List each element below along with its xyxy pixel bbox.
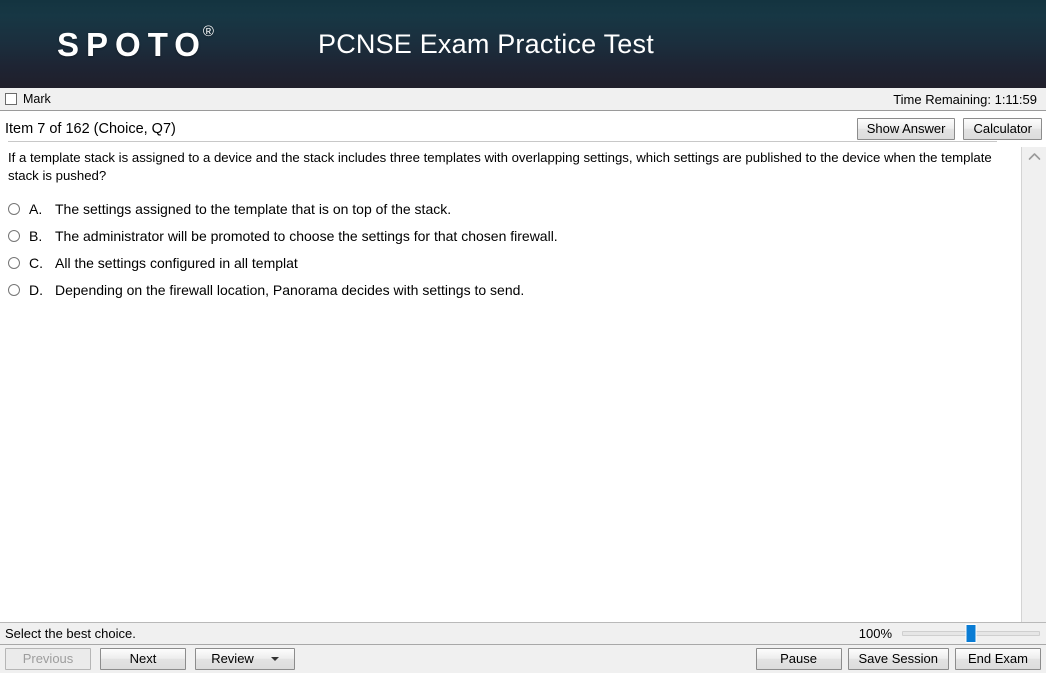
next-button[interactable]: Next <box>100 648 186 670</box>
mark-label: Mark <box>23 92 51 106</box>
review-label: Review <box>211 651 254 666</box>
navigation-buttons: Previous Next Review <box>5 648 295 670</box>
choice-letter: C. <box>29 255 43 271</box>
item-actions: Show Answer Calculator <box>856 118 1046 140</box>
instruction-hint: Select the best choice. <box>5 626 136 641</box>
radio-icon[interactable] <box>8 284 20 296</box>
end-exam-button[interactable]: End Exam <box>955 648 1041 670</box>
previous-button[interactable]: Previous <box>5 648 91 670</box>
choice-text: The settings assigned to the template th… <box>55 201 452 217</box>
choice-text: The administrator will be promoted to ch… <box>55 228 558 244</box>
review-menu-button[interactable]: Review <box>195 648 295 670</box>
choice-letter: D. <box>29 282 43 298</box>
status-bar: Select the best choice. 100% <box>0 622 1046 645</box>
radio-icon[interactable] <box>8 203 20 215</box>
question-text: If a template stack is assigned to a dev… <box>8 150 992 183</box>
choice-option-d[interactable]: D. Depending on the firewall location, P… <box>5 279 1007 301</box>
choice-text: All the settings configured in all templ… <box>55 255 298 271</box>
pause-button[interactable]: Pause <box>755 648 842 670</box>
header-divider <box>8 141 997 142</box>
session-buttons: Pause Save Session End Exam <box>755 648 1041 670</box>
radio-icon[interactable] <box>8 257 20 269</box>
chevron-down-icon <box>270 657 279 661</box>
choice-option-b[interactable]: B. The administrator will be promoted to… <box>5 225 1007 247</box>
zoom-level-label: 100% <box>858 626 892 641</box>
mark-toggle[interactable]: Mark <box>5 92 51 106</box>
choice-list: A. The settings assigned to the template… <box>5 198 1007 301</box>
logo-text: SPOTO <box>57 25 207 63</box>
page-title: PCNSE Exam Practice Test <box>317 28 654 59</box>
exam-window: SPOTO® PCNSE Exam Practice Test Mark Tim… <box>0 0 1046 673</box>
show-answer-button[interactable]: Show Answer <box>856 118 956 140</box>
mark-timer-bar: Mark Time Remaining: 1:11:59 <box>0 88 1046 111</box>
choice-option-a[interactable]: A. The settings assigned to the template… <box>5 198 1007 220</box>
zoom-slider-thumb[interactable] <box>965 624 977 643</box>
item-counter-label: Item 7 of 162 (Choice, Q7) <box>5 121 176 137</box>
registered-trademark-icon: ® <box>202 22 214 40</box>
choice-text: Depending on the firewall location, Pano… <box>55 282 525 298</box>
spoto-logo: SPOTO® <box>57 24 218 63</box>
time-remaining: Time Remaining: 1:11:59 <box>893 91 1037 107</box>
scroll-up-icon[interactable] <box>1022 147 1046 166</box>
calculator-button[interactable]: Calculator <box>963 118 1042 140</box>
zoom-control: 100% <box>858 624 1040 643</box>
app-header: SPOTO® PCNSE Exam Practice Test <box>0 0 1046 88</box>
scrollbar-track[interactable] <box>1022 166 1046 622</box>
save-session-button[interactable]: Save Session <box>847 648 949 670</box>
question-panel: If a template stack is assigned to a dev… <box>0 141 1021 622</box>
bottom-toolbar: Previous Next Review Pause Save Session … <box>0 645 1046 673</box>
choice-letter: A. <box>29 201 43 217</box>
vertical-scrollbar[interactable] <box>1021 147 1046 622</box>
choice-letter: B. <box>29 228 43 244</box>
choice-option-c[interactable]: C. All the settings configured in all te… <box>5 252 1007 274</box>
content-region: If a template stack is assigned to a dev… <box>0 141 1046 622</box>
zoom-slider[interactable] <box>902 624 1040 643</box>
radio-icon[interactable] <box>8 230 20 242</box>
mark-checkbox-icon[interactable] <box>5 93 17 105</box>
